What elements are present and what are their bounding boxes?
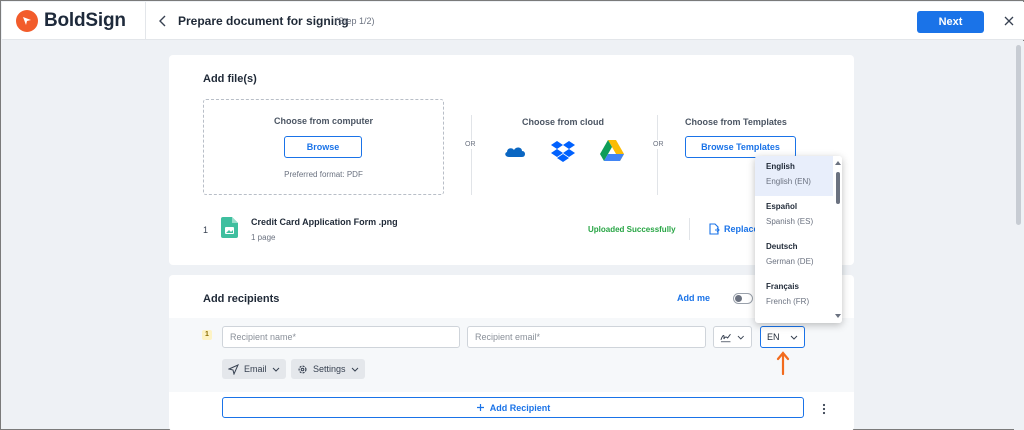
- replace-file-icon: [709, 223, 720, 235]
- computer-drop-zone[interactable]: Choose from computer Browse Preferred fo…: [203, 99, 444, 195]
- app-window: BoldSign Prepare document for signing (S…: [0, 0, 1024, 430]
- add-recipient-button[interactable]: Add Recipient: [222, 397, 804, 418]
- language-option-german[interactable]: Deutsch German (DE): [755, 236, 833, 276]
- choose-templates-title: Choose from Templates: [685, 117, 787, 127]
- scroll-up-icon[interactable]: [834, 160, 842, 166]
- or-label-1: OR: [465, 140, 476, 149]
- language-select-value: EN: [767, 332, 780, 342]
- brand-name: BoldSign: [44, 10, 126, 31]
- signer-role-select[interactable]: [713, 326, 752, 348]
- language-select[interactable]: EN: [760, 326, 805, 348]
- separator-2: [657, 115, 658, 195]
- boldsign-logo-icon: [16, 10, 38, 32]
- browse-templates-button[interactable]: Browse Templates: [685, 136, 796, 158]
- top-header: BoldSign Prepare document for signing (S…: [2, 2, 1024, 40]
- settings-button[interactable]: Settings: [291, 359, 365, 379]
- file-row-divider: [689, 218, 690, 240]
- image-file-icon: [221, 217, 238, 238]
- preferred-format-text: Preferred format: PDF: [284, 170, 363, 179]
- chevron-down-icon: [790, 335, 797, 340]
- signature-icon: [720, 333, 731, 342]
- file-index: 1: [203, 225, 209, 235]
- google-drive-icon[interactable]: [600, 140, 624, 161]
- recipient-row: 1 EN Email Settings: [169, 318, 854, 392]
- back-chevron-icon[interactable]: [156, 13, 170, 29]
- choose-computer-title: Choose from computer: [273, 116, 373, 126]
- send-icon: [228, 363, 239, 375]
- add-me-link[interactable]: Add me: [677, 293, 710, 303]
- or-label-2: OR: [653, 140, 664, 149]
- recipient-email-input[interactable]: [467, 326, 706, 348]
- delivery-mode-label: Email: [244, 364, 267, 374]
- add-recipients-title: Add recipients: [203, 293, 280, 305]
- dropdown-scrollbar-thumb[interactable]: [836, 172, 840, 204]
- annotation-arrow-icon: [776, 350, 790, 376]
- add-recipients-card: Add recipients Add me 1 EN Email: [169, 275, 854, 430]
- add-recipient-label: Add Recipient: [489, 402, 551, 413]
- page-title: Prepare document for signing: [178, 14, 349, 28]
- file-page-count: 1 page: [251, 233, 276, 242]
- chevron-down-icon: [738, 335, 745, 340]
- replace-file-button[interactable]: Replace: [709, 223, 759, 235]
- plus-icon: [476, 404, 484, 411]
- add-me-toggle[interactable]: [733, 293, 753, 304]
- scroll-down-icon[interactable]: [834, 313, 842, 319]
- language-dropdown: English English (EN) Español Spanish (ES…: [755, 156, 842, 323]
- upload-status: Uploaded Successfully: [588, 225, 676, 234]
- page-scrollbar[interactable]: [1014, 41, 1024, 430]
- delivery-mode-button[interactable]: Email: [222, 359, 286, 379]
- chevron-down-icon: [272, 367, 279, 372]
- file-name: Credit Card Application Form .png: [251, 217, 398, 227]
- more-options-icon[interactable]: [821, 402, 827, 415]
- onedrive-icon[interactable]: [503, 143, 527, 159]
- gear-icon: [298, 364, 307, 374]
- dropdown-scrollbar[interactable]: [834, 156, 842, 323]
- language-option-french[interactable]: Français French (FR): [755, 276, 833, 316]
- toggle-knob: [735, 295, 742, 302]
- close-icon[interactable]: [1002, 14, 1016, 28]
- settings-label: Settings: [313, 364, 346, 374]
- add-files-title: Add file(s): [203, 73, 257, 85]
- replace-label: Replace: [724, 224, 759, 234]
- language-option-english[interactable]: English English (EN): [755, 156, 833, 196]
- brand-logo[interactable]: BoldSign: [16, 10, 126, 32]
- chevron-down-icon: [351, 367, 358, 372]
- recipient-name-input[interactable]: [222, 326, 460, 348]
- choose-cloud-title: Choose from cloud: [522, 117, 605, 127]
- header-divider: [145, 2, 146, 40]
- dropbox-icon[interactable]: [551, 140, 575, 162]
- add-files-card: Add file(s) Choose from computer Browse …: [169, 55, 854, 265]
- next-button[interactable]: Next: [917, 11, 984, 33]
- step-indicator: (Step 1/2): [335, 16, 375, 26]
- recipient-index: 1: [202, 330, 212, 340]
- page-scrollbar-thumb[interactable]: [1016, 45, 1021, 225]
- browse-button[interactable]: Browse: [284, 136, 362, 158]
- language-option-spanish[interactable]: Español Spanish (ES): [755, 196, 833, 236]
- separator-1: [471, 115, 472, 195]
